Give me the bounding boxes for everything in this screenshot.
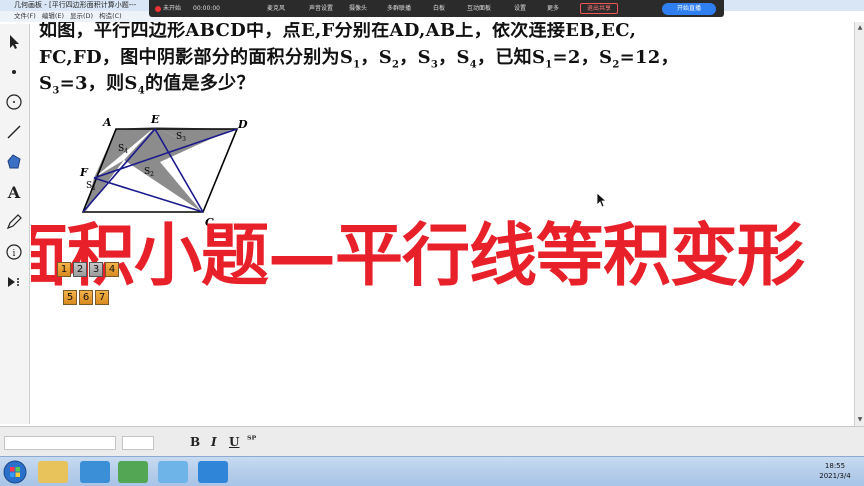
scroll-up-icon[interactable]: ▲	[856, 24, 864, 32]
bold-button[interactable]: B	[190, 435, 200, 449]
record-timer: 00:00:00	[193, 5, 220, 12]
vertical-scrollbar[interactable]: ▲ ▼	[854, 22, 864, 426]
mouse-cursor-icon	[596, 192, 608, 208]
circle-icon	[6, 94, 22, 110]
menu-file[interactable]: 文件(F)	[14, 11, 36, 22]
font-size-select[interactable]	[122, 436, 154, 450]
sound-settings-button[interactable]: 声音设置	[309, 0, 333, 17]
polygon-icon	[7, 154, 21, 169]
tool-palette: A i	[0, 24, 30, 424]
app-taskbar-icon-2[interactable]	[118, 461, 148, 483]
step-button-7[interactable]: 7	[95, 290, 109, 305]
play-more-icon	[8, 277, 19, 287]
menu-edit[interactable]: 编辑(E)	[42, 11, 64, 22]
compass-tool[interactable]	[2, 90, 26, 114]
start-orb-icon[interactable]	[3, 460, 27, 484]
arrow-icon	[10, 35, 19, 49]
point-tool[interactable]	[2, 60, 26, 84]
exit-share-button[interactable]: 退出共享	[580, 3, 619, 14]
record-status[interactable]: 未开始	[155, 0, 181, 17]
step-buttons-row-2: 5 6 7	[63, 290, 109, 305]
arrow-tool[interactable]	[2, 30, 26, 54]
info-icon: i	[6, 244, 22, 260]
label-d: D	[237, 118, 248, 131]
text-tool[interactable]: A	[2, 180, 26, 204]
line-tool[interactable]	[2, 120, 26, 144]
app-taskbar-icon-3[interactable]	[198, 461, 228, 483]
start-live-button[interactable]: 开始直播	[662, 3, 716, 15]
menu-display[interactable]: 显示(D)	[70, 11, 93, 22]
segment-icon	[7, 125, 21, 139]
label-e: E	[150, 113, 160, 126]
step-buttons-row-1: 1 2 3 4	[57, 262, 119, 277]
menu-construct[interactable]: 构造(C)	[99, 11, 122, 22]
label-f: F	[79, 166, 89, 179]
text-icon: A	[7, 182, 21, 202]
interaction-panel-button[interactable]: 互动面板	[467, 0, 491, 17]
multi-group-button[interactable]: 多群联播	[387, 0, 411, 17]
record-dot-icon	[155, 5, 161, 12]
label-a: A	[102, 116, 112, 129]
symbol-button[interactable]: ᵀᴾ	[247, 435, 256, 446]
marker-tool[interactable]	[2, 210, 26, 234]
menu-bar: 文件(F) 编辑(E) 显示(D) 构造(C)	[0, 11, 160, 22]
settings-button[interactable]: 设置	[514, 0, 526, 17]
pencil-icon	[6, 214, 22, 230]
whiteboard-button[interactable]: 白板	[433, 0, 445, 17]
ie-taskbar-icon[interactable]	[158, 461, 188, 483]
step-button-4[interactable]: 4	[105, 262, 119, 277]
info-tool[interactable]: i	[2, 240, 26, 264]
underline-button[interactable]: U	[229, 435, 239, 449]
polygon-tool[interactable]	[2, 150, 26, 174]
custom-tool[interactable]	[2, 270, 26, 294]
system-clock[interactable]: 18:55 2021/3/4	[812, 461, 858, 481]
step-button-5[interactable]: 5	[63, 290, 77, 305]
sketch-canvas[interactable]: 如图，平行四边形ABCD中，点E,F分别在AD,AB上，依次连接EB,EC, F…	[31, 22, 854, 426]
window-title: 几何画板 - [平行四边形面积计算小题---	[14, 1, 137, 9]
step-button-2[interactable]: 2	[73, 262, 87, 277]
lesson-banner-title: 面积小题—平行线等积变形	[31, 217, 805, 296]
italic-button[interactable]: I	[211, 435, 217, 449]
step-button-3[interactable]: 3	[89, 262, 103, 277]
font-select[interactable]	[4, 436, 116, 450]
camera-button[interactable]: 摄像头	[349, 0, 367, 17]
step-button-6[interactable]: 6	[79, 290, 93, 305]
scroll-down-icon[interactable]: ▼	[856, 416, 864, 424]
app-taskbar-icon-1[interactable]	[80, 461, 110, 483]
taskbar: 18:55 2021/3/4	[0, 456, 864, 486]
step-button-1[interactable]: 1	[57, 262, 71, 277]
svg-text:i: i	[13, 249, 16, 259]
explorer-taskbar-icon[interactable]	[38, 461, 68, 483]
text-format-bar: B I U ᵀᴾ	[0, 426, 864, 456]
mic-button[interactable]: 麦克风	[267, 0, 285, 17]
point-icon	[12, 70, 16, 74]
more-button[interactable]: 更多	[547, 0, 559, 17]
recording-toolbar: 未开始 00:00:00 麦克风 声音设置 摄像头 多群联播 白板 互动面板 设…	[149, 0, 724, 17]
